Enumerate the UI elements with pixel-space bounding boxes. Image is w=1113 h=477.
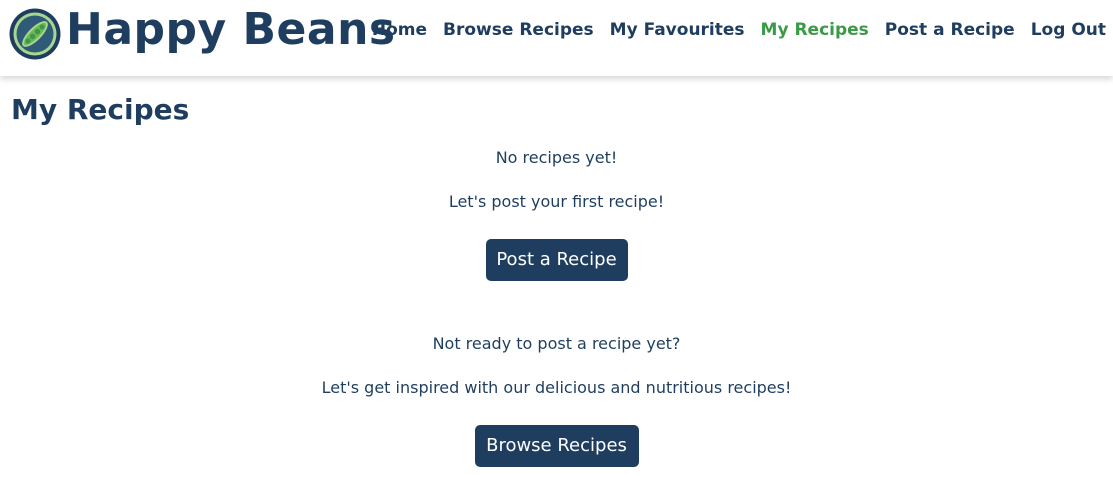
nav-post-recipe-link[interactable]: Post a Recipe: [885, 20, 1015, 40]
browse-prompt: Let's get inspired with our delicious an…: [321, 378, 792, 397]
nav-home-link[interactable]: Home: [372, 20, 427, 40]
pea-pod-icon: [9, 8, 61, 60]
brand-name: Happy Beans: [66, 4, 396, 55]
nav-my-favourites-link[interactable]: My Favourites: [610, 20, 745, 40]
post-prompt: Let's post your first recipe!: [448, 192, 665, 211]
nav-browse-recipes-link[interactable]: Browse Recipes: [443, 20, 594, 40]
browse-recipes-button[interactable]: Browse Recipes: [474, 425, 639, 467]
nav-my-recipes-link[interactable]: My Recipes: [761, 20, 869, 40]
nav-links: Home Browse Recipes My Favourites My Rec…: [356, 20, 1106, 40]
navbar: Happy Beans Home Browse Recipes My Favou…: [0, 0, 1113, 76]
browse-button-wrap: Browse Recipes: [0, 425, 1113, 467]
not-ready-text: Not ready to post a recipe yet?: [432, 334, 681, 353]
nav-log-out-link[interactable]: Log Out: [1031, 20, 1106, 40]
empty-message: No recipes yet!: [495, 148, 618, 167]
brand-link[interactable]: Happy Beans: [8, 6, 396, 62]
page-title: My Recipes: [11, 93, 190, 126]
post-button-wrap: Post a Recipe: [0, 239, 1113, 281]
post-recipe-button[interactable]: Post a Recipe: [485, 239, 628, 281]
